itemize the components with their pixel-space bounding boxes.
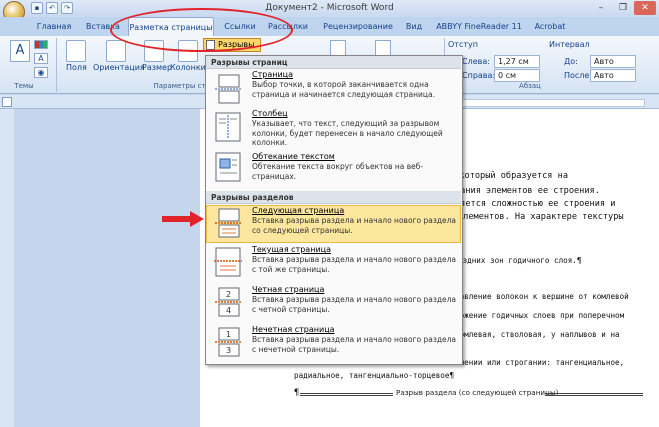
next-page-icon <box>212 207 244 239</box>
doc-line-6: равление волокон к вершине от комлевой <box>455 292 629 301</box>
save-icon[interactable]: ▪ <box>31 2 43 14</box>
undo-icon[interactable]: ↶ <box>46 2 58 14</box>
odd-page-icon: 13 <box>212 326 244 358</box>
indent-left-field[interactable]: 1,27 см <box>494 55 540 68</box>
indent-header: Отступ <box>448 40 478 49</box>
section-breaks-header: Разрывы разделов <box>206 191 461 204</box>
menu-desc-page: Выбор точки, в которой заканчивается одн… <box>252 80 436 99</box>
doc-line-9: ешении или строгании: тангенциальное, <box>455 358 625 367</box>
menu-title-even-page: Четная страница <box>252 285 325 294</box>
doc-line-5: оздних зон годичного слоя.¶ <box>458 256 582 265</box>
orientation-button[interactable]: Ориентация <box>93 63 145 72</box>
close-button[interactable]: ✕ <box>634 1 656 15</box>
menu-title-text-wrapping: Обтекание текстом <box>252 152 335 161</box>
tab-acrobat[interactable]: Acrobat <box>530 17 570 36</box>
group-page-setup-label: Параметры стр <box>153 82 210 90</box>
menu-title-next-page: Следующая страница <box>252 206 345 215</box>
maximize-button[interactable]: ❐ <box>612 1 634 15</box>
section-break-line-left <box>300 393 393 396</box>
continuous-icon <box>212 246 244 278</box>
separator <box>56 38 57 92</box>
doc-line-7: ложение годичных слоев при поперечном <box>455 311 625 320</box>
column-break-icon <box>212 111 244 143</box>
doc-line-1: , который образуется на <box>449 171 568 181</box>
tab-home[interactable]: Главная <box>32 17 76 36</box>
section-break-line-right <box>545 393 643 396</box>
spacing-before-field[interactable]: Авто <box>590 55 636 68</box>
text-wrapping-icon <box>212 151 244 183</box>
tab-abbyy[interactable]: ABBYY FineReader 11 <box>432 17 526 36</box>
margins-icon[interactable] <box>66 40 86 62</box>
menu-title-column: Столбец <box>252 109 288 118</box>
themes-icon[interactable]: A <box>10 40 30 62</box>
spacing-header: Интервал <box>549 40 590 49</box>
svg-text:3: 3 <box>226 346 231 355</box>
theme-fonts-icon[interactable]: A <box>34 53 48 64</box>
theme-colors-icon[interactable] <box>34 40 48 49</box>
even-page-icon: 24 <box>212 286 244 318</box>
doc-line-3: ляется сложностью ее строения и <box>455 199 616 209</box>
group-paragraph-label: Абзац <box>519 82 541 90</box>
svg-text:2: 2 <box>226 290 231 299</box>
vertical-ruler <box>0 109 14 427</box>
section-break-pilcrow: ¶ <box>294 388 300 398</box>
doc-line-2: вания элементов ее строения. <box>455 186 600 196</box>
menu-desc-odd-page: Вставка разрыва раздела и начало нового … <box>252 335 457 354</box>
menu-desc-continuous: Вставка разрыва раздела и начало нового … <box>252 255 457 274</box>
indent-right-label: Справа: <box>462 71 496 80</box>
spacing-before-label: До: <box>564 57 578 66</box>
group-themes-label: Темы <box>14 82 34 90</box>
menu-desc-next-page: Вставка разрыва раздела и начало нового … <box>252 216 457 235</box>
margins-button[interactable]: Поля <box>66 63 87 72</box>
minimize-button[interactable]: – <box>590 1 612 15</box>
indent-left-label: Слева: <box>462 57 490 66</box>
menu-title-continuous: Текущая страница <box>252 245 331 254</box>
page-breaks-header: Разрывы страниц <box>206 56 461 69</box>
section-break-label: Разрыв раздела (со следующей страницы) <box>396 388 559 397</box>
tab-selector-icon[interactable] <box>2 97 12 107</box>
doc-line-10: радиальное, тангенциально-торцевое¶ <box>294 371 455 380</box>
size-button[interactable]: Размер <box>142 63 172 72</box>
window-title: Документ2 - Microsoft Word <box>265 3 394 13</box>
menu-desc-even-page: Вставка разрыва раздела и начало нового … <box>252 295 457 314</box>
columns-button[interactable]: Колонки <box>170 63 206 72</box>
spacing-after-field[interactable]: Авто <box>590 69 636 82</box>
tab-view[interactable]: Вид <box>402 17 426 36</box>
spacing-after-label: После: <box>564 71 593 80</box>
svg-text:4: 4 <box>226 306 231 315</box>
page-break-icon <box>212 73 244 105</box>
menu-desc-text-wrapping: Обтекание текста вокруг объектов на веб-… <box>252 162 424 181</box>
tab-review[interactable]: Рецензирование <box>318 17 398 36</box>
annotation-oval <box>110 8 293 52</box>
menu-desc-column: Указывает, что текст, следующий за разры… <box>252 119 443 147</box>
redo-icon[interactable]: ↷ <box>61 2 73 14</box>
doc-line-4: элементов. На характере текстуры <box>458 212 624 222</box>
svg-text:1: 1 <box>226 330 231 339</box>
doc-line-8: комлевая, стволовая, у наплывов и на <box>455 330 620 339</box>
menu-title-page: Страница <box>252 70 294 79</box>
annotation-arrow-icon <box>162 211 204 227</box>
theme-effects-icon[interactable]: ◉ <box>34 67 48 78</box>
menu-title-odd-page: Нечетная страница <box>252 325 335 334</box>
indent-right-field[interactable]: 0 см <box>494 69 540 82</box>
orientation-icon[interactable] <box>106 40 126 62</box>
